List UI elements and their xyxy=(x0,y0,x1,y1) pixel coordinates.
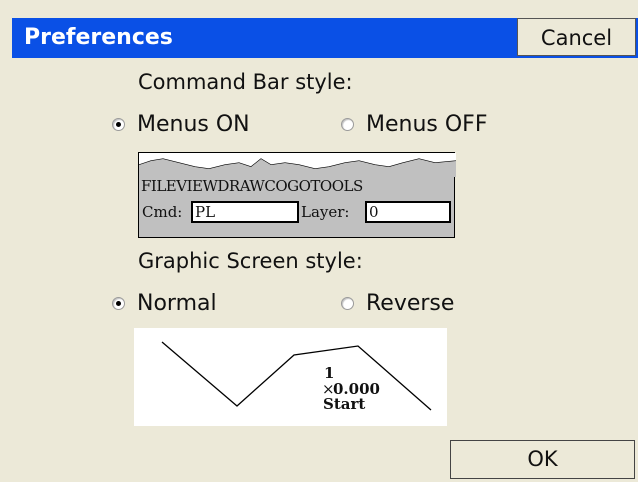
polyline-preview-icon xyxy=(161,341,432,411)
dialog-title: Preferences xyxy=(24,25,173,50)
preview-layer-label: Layer: xyxy=(301,203,350,221)
graphic-screen-style-heading: Graphic Screen style: xyxy=(138,249,363,273)
command-bar-style-heading: Command Bar style: xyxy=(138,70,353,94)
radio-menus-off[interactable]: Menus OFF xyxy=(341,112,487,137)
preview-description: Start xyxy=(323,395,366,413)
preview-menu-file: FILE xyxy=(141,177,177,195)
radio-label: Reverse xyxy=(366,291,455,316)
torn-edge-icon xyxy=(139,153,456,177)
preview-point-number: 1 xyxy=(324,364,335,382)
preview-cmd-field: PL xyxy=(191,201,299,223)
preview-menu-draw: DRAW xyxy=(217,177,265,195)
radio-unchecked-icon xyxy=(341,297,354,310)
radio-label: Menus ON xyxy=(137,112,250,137)
command-bar-preview: FILEVIEWDRAWCOGOTOOLS Cmd: PL Layer: 0 xyxy=(138,152,456,238)
radio-checked-icon xyxy=(112,118,125,131)
radio-label: Menus OFF xyxy=(366,112,488,137)
radio-label: Normal xyxy=(137,291,217,316)
radio-checked-icon xyxy=(112,297,125,310)
preview-menu-bar: FILEVIEWDRAWCOGOTOOLS xyxy=(141,177,454,195)
cancel-button[interactable]: Cancel xyxy=(517,18,636,56)
preview-menu-cogo: COGO xyxy=(264,177,311,195)
radio-reverse[interactable]: Reverse xyxy=(341,291,454,316)
graphic-screen-preview: 1 × 0.000 Start xyxy=(134,328,447,426)
radio-menus-on[interactable]: Menus ON xyxy=(112,112,250,137)
preview-layer-field: 0 xyxy=(365,201,451,223)
preview-menu-tools: TOOLS xyxy=(310,177,363,195)
radio-unchecked-icon xyxy=(341,118,354,131)
preview-cmd-label: Cmd: xyxy=(142,203,183,221)
ok-button[interactable]: OK xyxy=(450,440,635,479)
preview-menu-view: VIEW xyxy=(176,177,218,195)
radio-normal[interactable]: Normal xyxy=(112,291,217,316)
